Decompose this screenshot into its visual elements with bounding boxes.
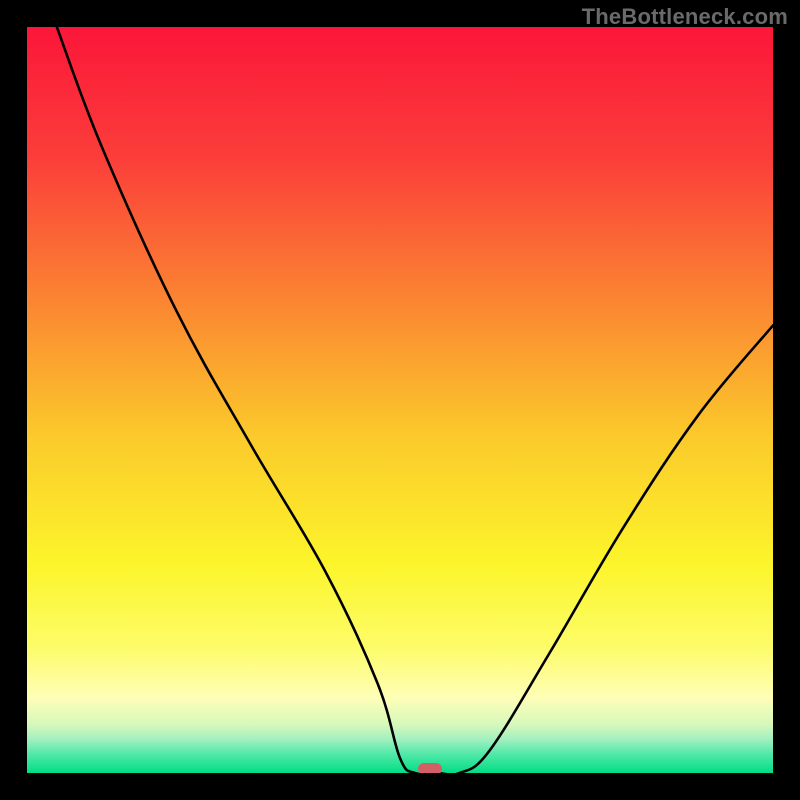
plot-area [27, 27, 773, 773]
chart-container: TheBottleneck.com [0, 0, 800, 800]
bottleneck-curve [27, 27, 773, 773]
watermark-label: TheBottleneck.com [582, 4, 788, 30]
optimal-marker [418, 763, 442, 773]
